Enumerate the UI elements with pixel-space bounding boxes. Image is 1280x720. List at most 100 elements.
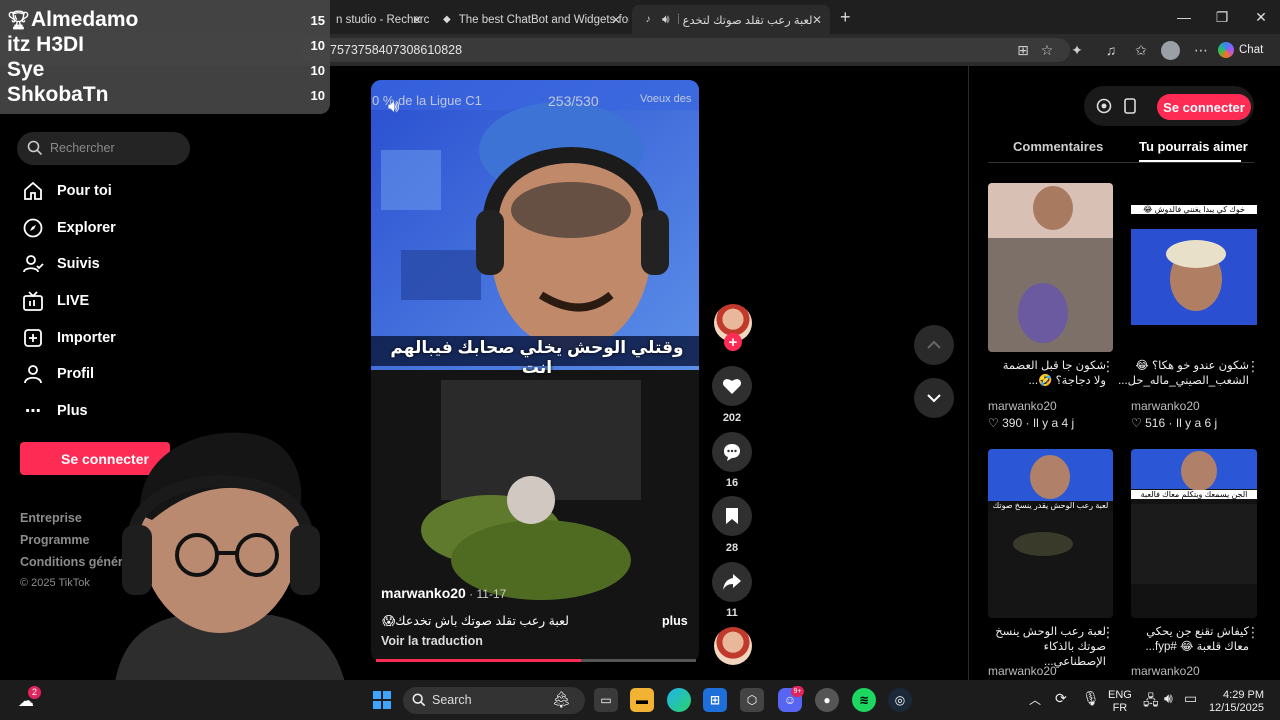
sidebar-item-profil[interactable]: Profil bbox=[22, 362, 94, 386]
suggested-video-thumb[interactable]: لعبة رعب الوحش يقدر ينسخ صوتك bbox=[988, 449, 1113, 618]
caption-more-button[interactable]: plus bbox=[662, 614, 688, 628]
store-icon[interactable]: ⊞ bbox=[703, 688, 727, 712]
like-count: 202 bbox=[722, 412, 742, 424]
tab-tiktok[interactable]: ♪ 🔊︎ لعبة رعب تقلد صوتك لتخدع أصد ✕ bbox=[632, 5, 830, 34]
tab-comments[interactable]: Commentaires bbox=[1013, 139, 1103, 154]
tab-divider bbox=[988, 162, 1254, 163]
suggested-video-title[interactable]: كيفاش تقنع جن يحكي معاك قلعبة 😂 #fyp... bbox=[1131, 625, 1249, 655]
sidebar-item-pour-toi[interactable]: Pour toi bbox=[22, 179, 112, 203]
share-arrow-icon bbox=[723, 574, 741, 590]
microphone-icon[interactable]: 🎙︎ bbox=[1082, 690, 1100, 707]
video-author-name[interactable]: marwanko20 bbox=[381, 585, 466, 601]
clock[interactable]: 4:29 PM 12/15/2025 bbox=[1208, 689, 1264, 715]
footer-link[interactable]: Entreprise bbox=[20, 511, 82, 525]
share-button[interactable] bbox=[712, 562, 752, 602]
see-translation-link[interactable]: Voir la traduction bbox=[381, 634, 483, 648]
battery-icon[interactable]: ▭ bbox=[1184, 690, 1197, 707]
suggested-video-author[interactable]: marwanko20 bbox=[988, 399, 1057, 413]
chevron-up-icon[interactable]: ︿ bbox=[1029, 691, 1041, 708]
thumbnail-image bbox=[988, 183, 1113, 352]
live-icon bbox=[23, 291, 43, 311]
profile-icon bbox=[24, 365, 42, 384]
suggested-video-title[interactable]: شكون جا قبل العضمة ولا دجاجة؟ 🤣... bbox=[988, 359, 1106, 389]
tab-suggestions[interactable]: Tu pourrais aimer bbox=[1139, 139, 1248, 154]
sidebar-item-suivis[interactable]: Suivis bbox=[22, 252, 100, 276]
recording-app-icon[interactable]: ● bbox=[815, 688, 839, 712]
sidebar-item-importer[interactable]: Importer bbox=[22, 326, 116, 350]
next-video-button[interactable] bbox=[914, 378, 954, 418]
more-menu-icon[interactable]: ⋯ bbox=[1191, 41, 1211, 59]
follow-plus-icon[interactable]: + bbox=[724, 333, 742, 351]
volume-icon[interactable]: 🔊︎ bbox=[1164, 690, 1173, 707]
sidebar-item-live[interactable]: LIVE bbox=[22, 289, 89, 313]
favorites-icon[interactable]: ✩ bbox=[1131, 41, 1151, 59]
more-options-icon[interactable]: ⋮ bbox=[1101, 624, 1115, 641]
comment-icon bbox=[724, 444, 740, 461]
task-view-icon[interactable]: ▭ bbox=[594, 688, 618, 712]
suggested-video-thumb[interactable]: الجن يسمعك ويتكلم معاك فالعبة bbox=[1131, 449, 1257, 618]
leaderboard-row: ShkobaTn 10 bbox=[7, 83, 325, 107]
sound-avatar[interactable] bbox=[714, 627, 752, 665]
edge-browser-icon[interactable] bbox=[667, 688, 691, 712]
video-author[interactable]: marwanko20 · 11-17 bbox=[381, 585, 506, 601]
spotify-icon[interactable]: ≋ bbox=[852, 688, 876, 712]
new-tab-button[interactable]: + bbox=[840, 7, 851, 28]
apps-icon[interactable]: ⊞ bbox=[1013, 41, 1033, 59]
clock-time: 4:29 PM bbox=[1223, 689, 1264, 701]
close-icon[interactable]: ✕ bbox=[412, 13, 422, 27]
video-overlay-text: Voeux des bbox=[640, 93, 692, 105]
suggested-video-title[interactable]: شكون عندو خو هكا؟ 😂 الشعب_الصيني_ماله_حل… bbox=[1118, 359, 1249, 389]
video-progress-fill bbox=[376, 659, 581, 662]
more-options-icon[interactable]: ⋮ bbox=[1101, 358, 1115, 375]
video-overlay-text: 253/530 bbox=[548, 93, 599, 109]
sidebar-item-explorer[interactable]: Explorer bbox=[22, 216, 116, 240]
extensions-icon[interactable]: ✦ bbox=[1067, 41, 1087, 59]
lang-primary: ENG bbox=[1108, 689, 1132, 701]
phone-app-icon[interactable] bbox=[1115, 91, 1145, 121]
suggested-video-author[interactable]: marwanko20 bbox=[988, 664, 1057, 678]
suggested-video-meta: ♡ 390 · Il y a 4 j bbox=[988, 416, 1075, 430]
favorite-star-icon[interactable]: ☆ bbox=[1037, 41, 1057, 59]
chevron-down-icon bbox=[927, 394, 941, 403]
leaderboard-score: 10 bbox=[310, 37, 325, 53]
close-icon[interactable]: ✕ bbox=[812, 13, 822, 27]
suggested-video-thumb[interactable] bbox=[988, 183, 1113, 352]
sidebar-item-plus[interactable]: ⋯ Plus bbox=[22, 399, 88, 423]
speaker-icon[interactable]: 🔊︎ bbox=[662, 12, 670, 27]
suggested-video-author[interactable]: marwanko20 bbox=[1131, 664, 1200, 678]
sync-icon[interactable]: ⟳ bbox=[1055, 690, 1067, 707]
start-icon[interactable] bbox=[370, 688, 394, 712]
save-count: 28 bbox=[725, 542, 739, 554]
like-button[interactable] bbox=[712, 366, 752, 406]
suggested-video-author[interactable]: marwanko20 bbox=[1131, 399, 1200, 413]
previous-video-button[interactable] bbox=[914, 325, 954, 365]
more-icon: ⋯ bbox=[25, 403, 41, 420]
sidebar-item-label: LIVE bbox=[57, 293, 90, 309]
profile-avatar[interactable] bbox=[1161, 41, 1180, 60]
search-icon bbox=[27, 140, 43, 156]
network-icon[interactable]: 🖧︎ bbox=[1143, 690, 1159, 714]
leaderboard-name: ShkobaTn bbox=[7, 83, 109, 106]
save-button[interactable] bbox=[712, 496, 752, 536]
video-caption: لعبة رعب تقلد صوتك باش تخدعك😱... bbox=[381, 614, 569, 628]
sidebar-item-label: Importer bbox=[57, 330, 116, 346]
footer-link[interactable]: Programme bbox=[20, 533, 89, 547]
window-close-icon[interactable]: ✕ bbox=[1238, 6, 1280, 28]
more-options-icon[interactable]: ⋮ bbox=[1246, 358, 1260, 375]
url-text[interactable]: 7573758407308610828 bbox=[330, 43, 462, 57]
tab-studio[interactable]: n studio - Recherch ✕ bbox=[330, 5, 430, 34]
language-indicator[interactable]: ENG FR bbox=[1108, 689, 1132, 715]
app-icon[interactable]: ⬡ bbox=[740, 688, 764, 712]
media-icon[interactable]: ♫ bbox=[1101, 41, 1121, 59]
comment-button[interactable] bbox=[712, 432, 752, 472]
suggested-video-thumb[interactable]: خوك كي يبدا يغنني فالدوش 😂 bbox=[1131, 183, 1257, 352]
tab-chatbot[interactable]: ◆ The best ChatBot and Widgets for ✕ bbox=[433, 5, 629, 34]
active-tab-indicator bbox=[1139, 160, 1241, 162]
close-icon[interactable]: ✕ bbox=[611, 13, 621, 27]
file-explorer-icon[interactable]: ▬ bbox=[630, 688, 654, 712]
copilot-chat-button[interactable]: Chat bbox=[1218, 38, 1274, 62]
more-options-icon[interactable]: ⋮ bbox=[1246, 624, 1260, 641]
login-button-top[interactable]: Se connecter bbox=[1157, 94, 1251, 120]
steam-icon[interactable]: ◎ bbox=[888, 688, 912, 712]
sidebar-item-label: Plus bbox=[57, 403, 88, 419]
